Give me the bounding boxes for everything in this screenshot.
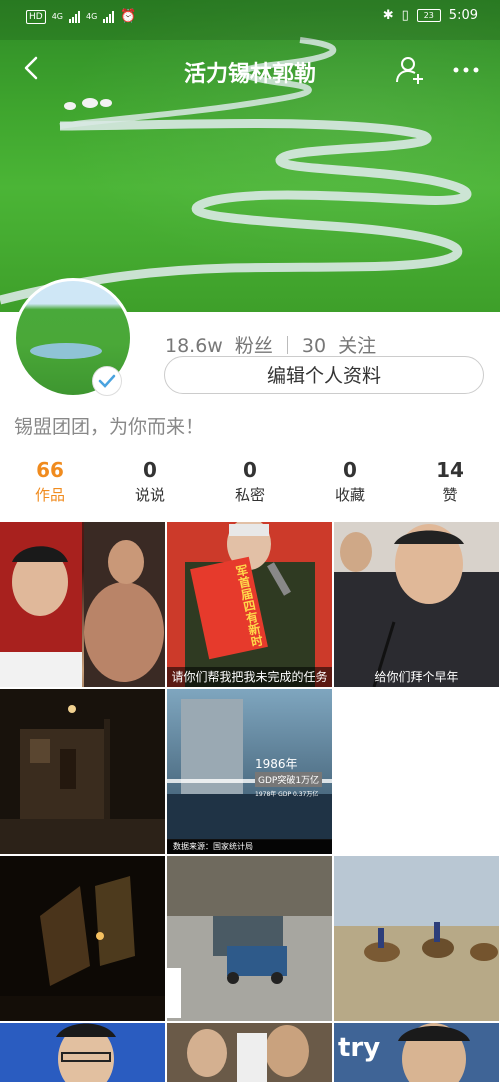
thumbnail-image: [167, 856, 332, 1021]
tab-likes-count: 14: [436, 458, 464, 482]
more-button[interactable]: [446, 52, 486, 88]
clock: 5:09: [448, 8, 478, 23]
fans-stat[interactable]: 18.6w 粉丝: [165, 331, 273, 358]
video-thumbnail[interactable]: [334, 856, 499, 1021]
gdp-subtitle: 1978年 GDP 0.37万亿: [255, 791, 319, 798]
signal-icon-2: [103, 10, 115, 23]
tab-likes[interactable]: 14 赞: [415, 456, 485, 506]
bluetooth-icon: ✱: [382, 8, 394, 23]
tab-works[interactable]: 66 作品: [15, 456, 85, 506]
verified-badge: [92, 366, 122, 396]
network-type-2: 4G: [86, 12, 98, 21]
tab-posts[interactable]: 0 说说: [115, 456, 185, 506]
thumbnail-image: [334, 522, 499, 687]
edit-profile-button[interactable]: 编辑个人资料: [164, 356, 484, 394]
stats-divider: [286, 335, 288, 354]
follow-stats: 18.6w 粉丝 30 关注: [165, 331, 376, 358]
thumbnail-image: [0, 1023, 165, 1082]
tab-works-label: 作品: [34, 486, 65, 504]
thumbnail-image: [334, 856, 499, 1021]
profile-bio: 锡盟团团，为你而来！: [14, 416, 205, 438]
avatar-pond: [30, 343, 102, 359]
tab-favorites[interactable]: 0 收藏: [315, 456, 385, 506]
tab-private-label: 私密: [234, 486, 265, 504]
video-thumbnail[interactable]: [167, 1023, 332, 1082]
tab-likes-label: 赞: [442, 486, 458, 504]
follow-user-button[interactable]: [392, 52, 428, 88]
video-caption: 给你们拜个早年: [374, 670, 459, 684]
video-caption: 请你们帮我把我未完成的任务: [167, 667, 332, 687]
gdp-year: 1986年: [255, 757, 298, 771]
gdp-tag: GDP突破1万亿: [255, 772, 323, 787]
video-thumbnail[interactable]: try: [334, 1023, 499, 1082]
tab-works-count: 66: [36, 458, 64, 482]
network-type-1: 4G: [51, 12, 63, 21]
tab-private[interactable]: 0 私密: [215, 456, 285, 506]
following-count: 30: [301, 335, 327, 357]
tab-private-count: 0: [243, 458, 257, 482]
battery-icon: 23: [416, 9, 441, 22]
video-thumbnail[interactable]: [0, 856, 165, 1021]
gdp-overlay: 1986年 GDP突破1万亿 1978年 GDP 0.37万亿: [255, 755, 323, 798]
video-thumbnail[interactable]: [0, 522, 165, 687]
more-dots-icon: [453, 67, 479, 73]
video-thumbnail[interactable]: [0, 689, 165, 854]
vibrate-icon: ▯: [401, 8, 409, 23]
thumbnail-image: [0, 689, 165, 854]
tab-favorites-label: 收藏: [334, 486, 365, 504]
fans-label: 粉丝: [234, 335, 273, 357]
video-thumbnail[interactable]: 1986年 GDP突破1万亿 1978年 GDP 0.37万亿 数据来源：国家统…: [167, 689, 332, 854]
tab-posts-count: 0: [143, 458, 157, 482]
video-thumbnail[interactable]: [167, 856, 332, 1021]
video-thumbnail[interactable]: 给你们拜个早年: [334, 522, 499, 687]
thumbnail-image: [167, 1023, 332, 1082]
top-nav-bar: 活力锡林郭勒: [0, 44, 500, 94]
thumbnail-text: try: [338, 1033, 381, 1063]
video-caption: 数据来源：国家统计局: [167, 840, 332, 854]
following-label: 关注: [338, 335, 377, 357]
following-stat[interactable]: 30 关注: [302, 331, 376, 358]
status-bar: HD 4G 4G ⏰ ✱ ▯ 23 5:09: [0, 0, 500, 34]
fans-count: 18.6w: [165, 335, 223, 357]
video-thumbnail[interactable]: 军首届四有新时 请你们帮我把我未完成的任务: [167, 522, 332, 687]
profile-tabs: 66 作品 0 说说 0 私密 0 收藏 14 赞: [0, 456, 500, 516]
checkmark-icon: [98, 374, 116, 388]
thumbnail-image: [0, 856, 165, 1021]
thumbnail-image: [0, 522, 165, 687]
signal-icon: [69, 10, 80, 23]
add-user-icon: [396, 57, 423, 84]
video-thumbnail[interactable]: [0, 1023, 165, 1082]
tab-posts-label: 说说: [134, 486, 165, 504]
hd-indicator: HD: [26, 9, 46, 24]
tab-favorites-count: 0: [343, 458, 357, 482]
alarm-icon: ⏰: [120, 9, 137, 24]
